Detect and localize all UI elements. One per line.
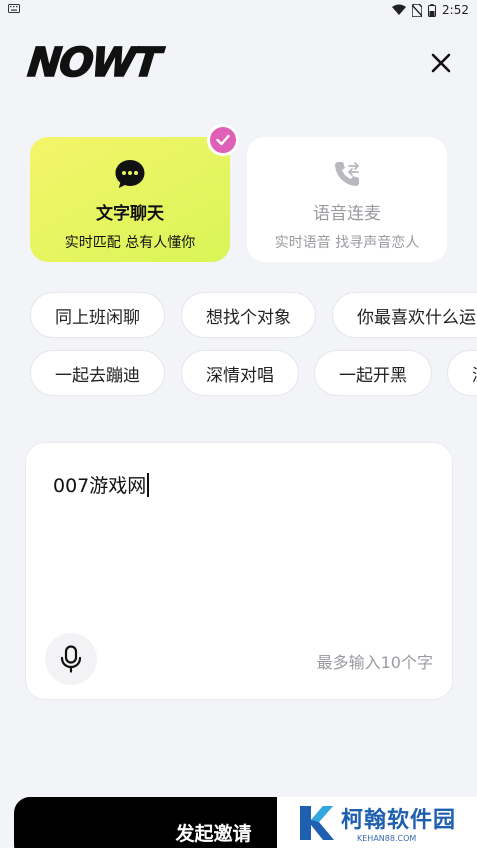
- mode-card-text-chat[interactable]: 文字聊天 实时匹配 总有人懂你: [30, 137, 230, 262]
- site-watermark: 柯翰软件园 KEHAN88.COM: [277, 797, 477, 848]
- text-caret: [147, 472, 150, 497]
- topic-chips-row-1: 同上班闲聊 想找个对象 你最喜欢什么运: [0, 292, 477, 338]
- phone-call-icon: [330, 157, 364, 191]
- topic-chips-row-2: 一起去蹦迪 深情对唱 一起开黑 深: [0, 350, 477, 396]
- mode-subtitle: 实时语音 找寻声音恋人: [274, 235, 420, 251]
- close-icon: [431, 53, 451, 73]
- chat-bubble-icon: [113, 157, 147, 191]
- message-input-card[interactable]: 007游戏网 最多输入10个字: [25, 442, 453, 700]
- topic-chip[interactable]: 同上班闲聊: [30, 292, 165, 338]
- message-input-value: 007游戏网: [53, 475, 147, 497]
- topic-chip[interactable]: 想找个对象: [181, 292, 316, 338]
- keyboard-icon: [8, 4, 20, 13]
- mode-title: 文字聊天: [96, 204, 164, 224]
- mode-title: 语音连麦: [313, 204, 381, 224]
- app-logo: NOWT: [25, 39, 162, 87]
- wifi-icon: [392, 4, 407, 15]
- topic-chip[interactable]: 深情对唱: [181, 350, 299, 396]
- topic-chip[interactable]: 一起开黑: [314, 350, 432, 396]
- mode-card-voice-chat[interactable]: 语音连麦 实时语音 找寻声音恋人: [247, 137, 447, 262]
- watermark-name: 柯翰软件园: [341, 808, 457, 833]
- microphone-icon: [60, 645, 82, 673]
- selected-check-icon: [207, 124, 239, 156]
- kehan-logo-icon: [300, 805, 334, 840]
- no-sim-icon: [412, 3, 423, 17]
- topic-chip[interactable]: 一起去蹦迪: [30, 350, 165, 396]
- watermark-domain: KEHAN88.COM: [357, 834, 417, 843]
- close-button[interactable]: [426, 48, 456, 78]
- mode-subtitle: 实时匹配 总有人懂你: [64, 235, 196, 251]
- status-bar: 2:52: [0, 0, 477, 22]
- send-invite-label: 发起邀请: [175, 823, 252, 845]
- message-input[interactable]: 007游戏网: [53, 471, 150, 498]
- status-time: 2:52: [442, 3, 469, 17]
- input-limit-hint: 最多输入10个字: [316, 653, 433, 672]
- voice-input-button[interactable]: [45, 633, 97, 685]
- topic-chip[interactable]: 深: [447, 350, 477, 396]
- battery-icon: [428, 3, 437, 17]
- topic-chip[interactable]: 你最喜欢什么运: [332, 292, 477, 338]
